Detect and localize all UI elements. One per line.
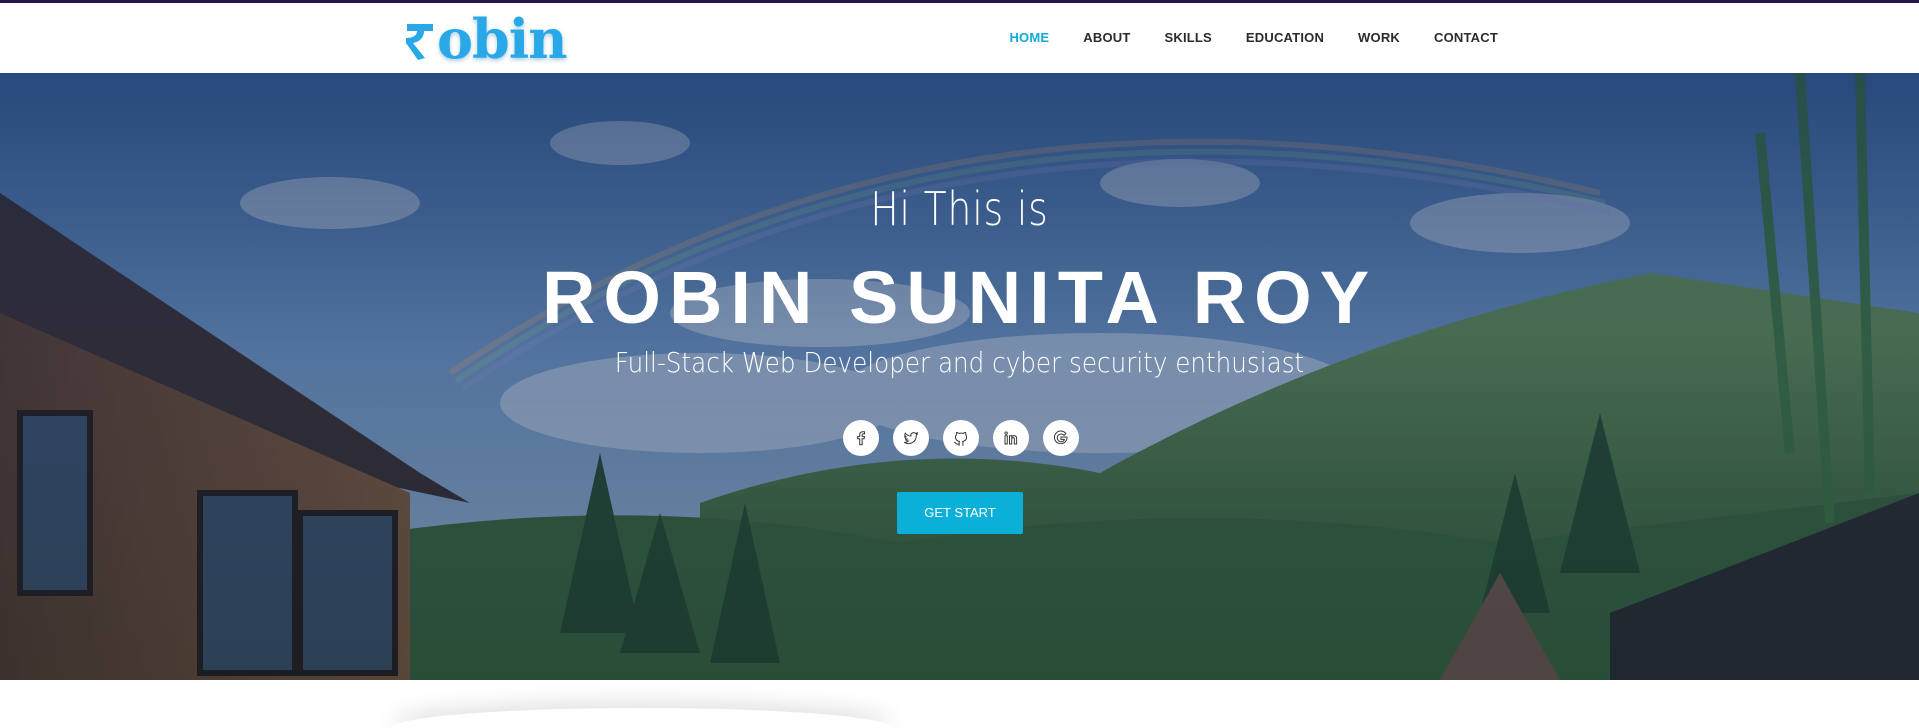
linkedin-icon: [1004, 431, 1018, 445]
hero-section: Hi This is ROBIN SUNITA ROY Full-Stack W…: [0, 73, 1919, 680]
next-section: [0, 680, 1919, 728]
facebook-icon: [857, 431, 866, 446]
hero-name: ROBIN SUNITA ROY: [541, 256, 1378, 339]
social-links: [843, 420, 1079, 456]
facebook-link[interactable]: [843, 420, 879, 456]
nav-item-home: HOME: [1009, 29, 1049, 47]
nav-menu: HOME ABOUT SKILLS EDUCATION WORK CONTACT: [1009, 3, 1498, 73]
nav-item-contact: CONTACT: [1434, 29, 1498, 47]
site-logo[interactable]: obin: [405, 7, 568, 71]
nav-link-education[interactable]: EDUCATION: [1246, 30, 1324, 45]
logo-mark-icon: [406, 24, 433, 60]
google-link[interactable]: [1043, 420, 1079, 456]
github-link[interactable]: [943, 420, 979, 456]
nav-item-work: WORK: [1358, 29, 1400, 47]
nav-item-about: ABOUT: [1083, 29, 1130, 47]
nav-link-contact[interactable]: CONTACT: [1434, 30, 1498, 45]
logo-text: obin: [437, 7, 568, 71]
hero-content: Hi This is ROBIN SUNITA ROY Full-Stack W…: [0, 73, 1919, 680]
linkedin-link[interactable]: [993, 420, 1029, 456]
nav-link-work[interactable]: WORK: [1358, 30, 1400, 45]
github-icon: [954, 432, 968, 446]
hero-tagline: Full-Stack Web Developer and cyber secur…: [614, 346, 1305, 379]
hero-intro: Hi This is: [870, 182, 1049, 236]
twitter-icon: [903, 431, 919, 445]
nav-item-education: EDUCATION: [1246, 29, 1324, 47]
get-start-button[interactable]: GET START: [897, 492, 1023, 534]
navbar: obin HOME ABOUT SKILLS EDUCATION WORK CO…: [0, 3, 1919, 73]
google-icon: [1053, 430, 1068, 445]
nav-link-about[interactable]: ABOUT: [1083, 30, 1130, 45]
nav-item-skills: SKILLS: [1164, 29, 1211, 47]
nav-link-home[interactable]: HOME: [1009, 30, 1049, 45]
nav-link-skills[interactable]: SKILLS: [1164, 30, 1211, 45]
twitter-link[interactable]: [893, 420, 929, 456]
card-top-shadow: [392, 708, 892, 728]
